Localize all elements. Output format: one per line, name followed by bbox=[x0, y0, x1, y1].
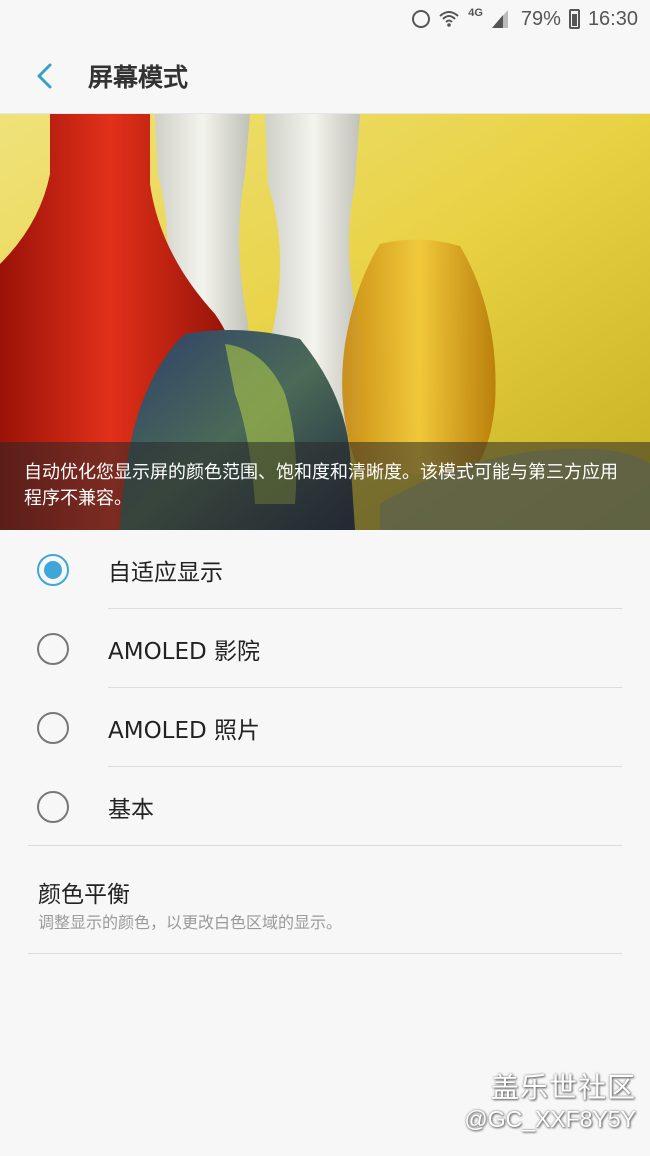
screen-mode-options: 自适应显示 AMOLED 影院 AMOLED 照片 基本 bbox=[0, 530, 650, 846]
radio-selected[interactable] bbox=[37, 553, 69, 586]
wifi-icon bbox=[438, 9, 460, 29]
option-amoled-photo[interactable]: AMOLED 照片 bbox=[0, 688, 650, 767]
clock: 16:30 bbox=[587, 7, 638, 30]
color-balance-subtitle: 调整显示的颜色，以更改白色区域的显示。 bbox=[38, 913, 343, 932]
battery-percentage: 79% bbox=[520, 7, 561, 30]
option-label: 基本 bbox=[108, 796, 154, 823]
watermark-user: @GC_XXF8Y5Y bbox=[464, 1106, 636, 1132]
page-title: 屏幕模式 bbox=[88, 62, 189, 92]
option-label: AMOLED 照片 bbox=[108, 717, 261, 744]
radio-unselected[interactable] bbox=[37, 632, 69, 665]
alarm-icon bbox=[412, 10, 431, 28]
network-type: 4G bbox=[468, 7, 483, 19]
option-label: 自适应显示 bbox=[108, 559, 223, 586]
app-bar: 屏幕模式 bbox=[0, 38, 650, 114]
radio-unselected[interactable] bbox=[37, 790, 69, 823]
radio-unselected[interactable] bbox=[37, 711, 69, 744]
color-balance-item[interactable]: 颜色平衡 调整显示的颜色，以更改白色区域的显示。 bbox=[0, 847, 650, 954]
divider bbox=[28, 953, 622, 954]
status-bar: 4G 79% 16:30 bbox=[0, 0, 650, 38]
color-balance-title: 颜色平衡 bbox=[38, 882, 130, 908]
back-button[interactable] bbox=[14, 38, 74, 113]
battery-icon bbox=[568, 9, 580, 29]
option-amoled-cinema[interactable]: AMOLED 影院 bbox=[0, 609, 650, 688]
chevron-left-icon bbox=[37, 63, 52, 88]
divider bbox=[28, 845, 622, 846]
option-adaptive-display[interactable]: 自适应显示 bbox=[0, 530, 650, 609]
option-basic[interactable]: 基本 bbox=[0, 767, 650, 846]
watermark-title: 盖乐世社区 bbox=[490, 1071, 636, 1104]
mode-description: 自动优化您显示屏的颜色范围、饱和度和清晰度。该模式可能与第三方应用程序不兼容。 bbox=[0, 442, 650, 530]
preview-image: 自动优化您显示屏的颜色范围、饱和度和清晰度。该模式可能与第三方应用程序不兼容。 bbox=[0, 114, 650, 530]
option-label: AMOLED 影院 bbox=[108, 638, 261, 665]
signal-icon bbox=[491, 9, 513, 29]
